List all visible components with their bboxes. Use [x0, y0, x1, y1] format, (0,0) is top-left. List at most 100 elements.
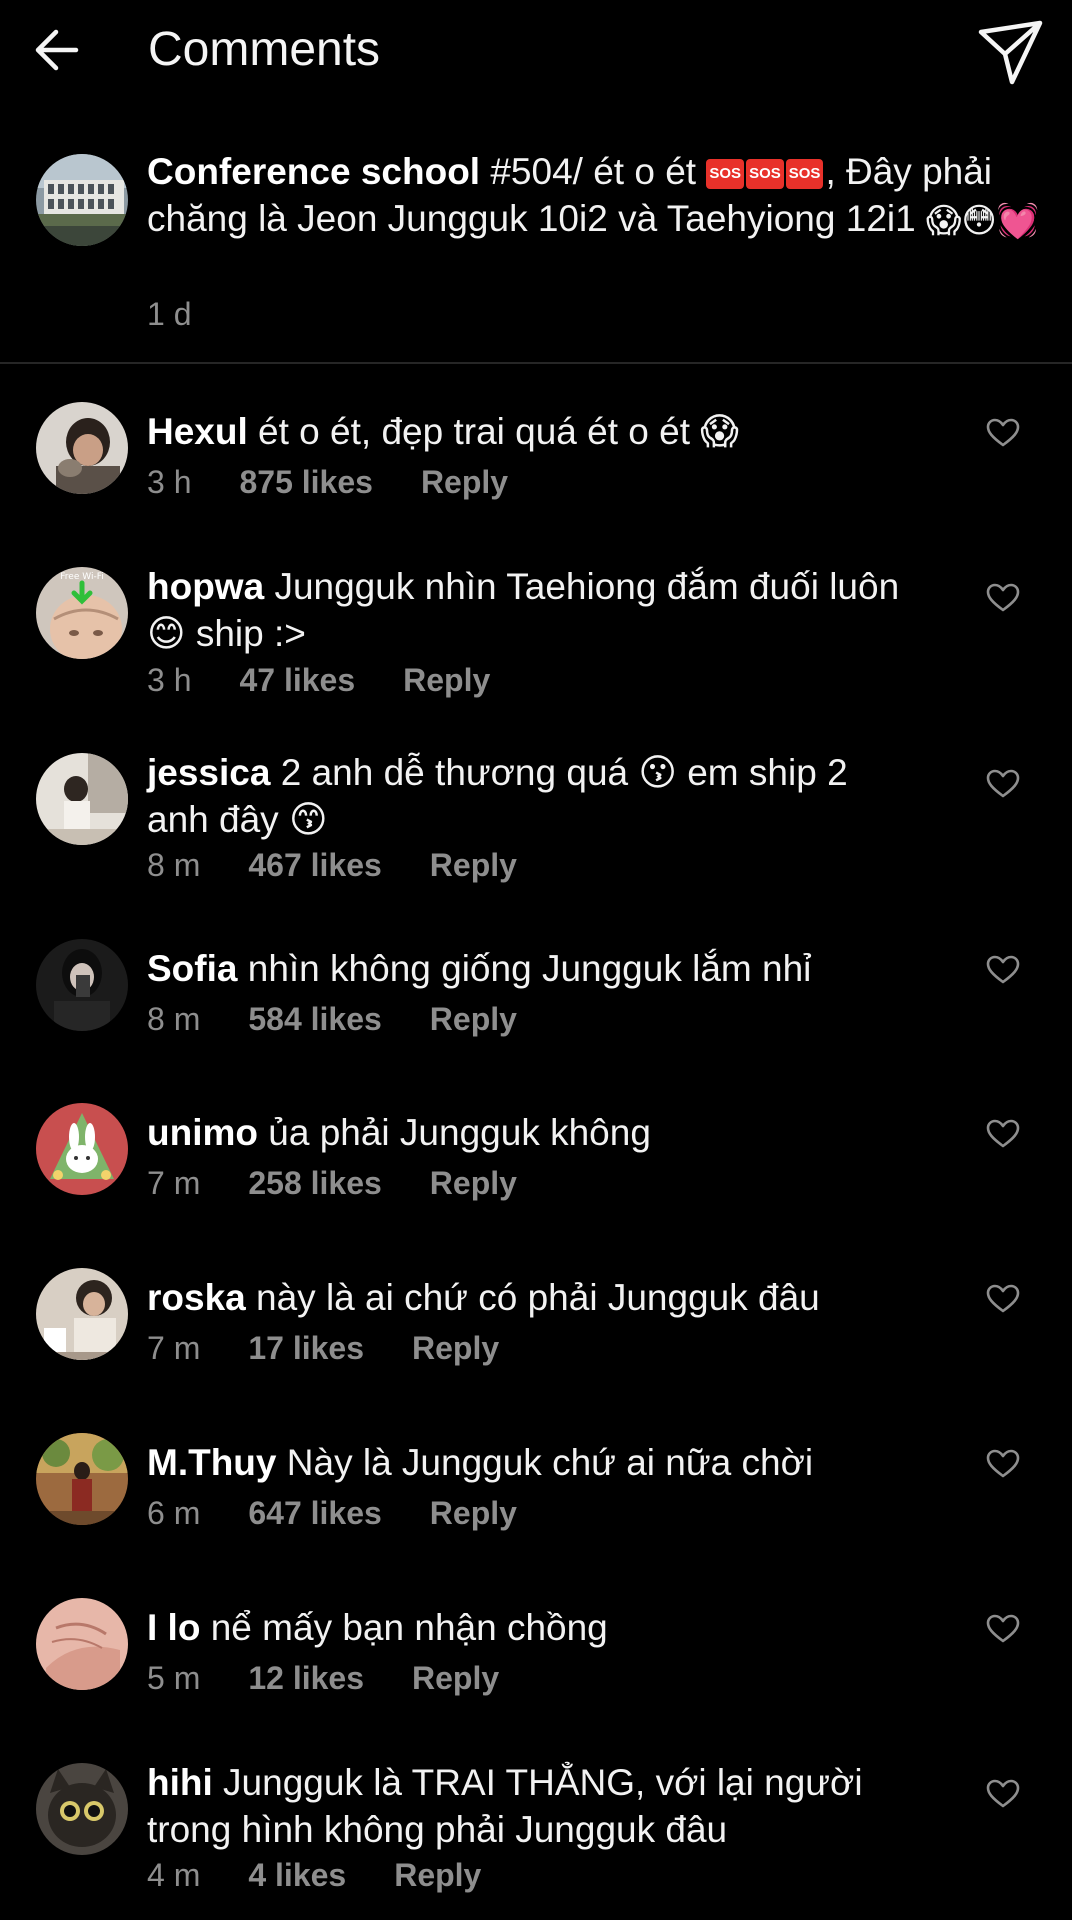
avatar[interactable] — [36, 154, 128, 246]
person-avatar-icon — [36, 753, 128, 845]
comment-text: hihi Jungguk là TRAI THẲNG, với lại ngườ… — [147, 1759, 917, 1853]
avatar[interactable] — [36, 1103, 128, 1195]
comment-username[interactable]: unimo — [147, 1112, 258, 1153]
comment-time: 3 h — [147, 662, 192, 698]
sos-emoji: SOS — [785, 159, 824, 190]
page-title: Comments — [148, 23, 381, 76]
caption-text: Conference school #504/ ét o ét SOS SOS SO… — [147, 148, 1067, 242]
likes-count[interactable]: 647 likes — [248, 1495, 381, 1531]
comment-text: Sofia nhìn không giống Jungguk lắm nhỉ — [147, 945, 917, 992]
reply-button[interactable]: Reply — [412, 1660, 499, 1696]
reply-button[interactable]: Reply — [394, 1857, 481, 1893]
heart-outline-icon[interactable] — [986, 583, 1020, 613]
avatar[interactable] — [36, 1598, 128, 1690]
sos-emoji: SOS — [746, 159, 784, 190]
comment-meta: 8 m 467 likes Reply — [147, 845, 565, 885]
heart-outline-icon[interactable] — [986, 955, 1020, 985]
reply-button[interactable]: Reply — [430, 1001, 517, 1037]
likes-count[interactable]: 258 likes — [248, 1165, 381, 1201]
comment-text: Hexul ét o ét, đẹp trai quá ét o ét 😱 — [147, 408, 917, 455]
heart-outline-icon[interactable] — [986, 769, 1020, 799]
reply-button[interactable]: Reply — [403, 662, 490, 698]
comment-time: 8 m — [147, 847, 201, 883]
reply-button[interactable]: Reply — [421, 464, 508, 500]
likes-count[interactable]: 875 likes — [239, 464, 372, 500]
comment-username[interactable]: hopwa — [147, 566, 264, 607]
comment-meta: 7 m 258 likes Reply — [147, 1163, 565, 1203]
comment-text: jessica 2 anh dễ thương quá 😗 em ship 2 … — [147, 749, 917, 843]
likes-count[interactable]: 12 likes — [248, 1660, 364, 1696]
heart-outline-icon[interactable] — [986, 1119, 1020, 1149]
reply-button[interactable]: Reply — [430, 1495, 517, 1531]
comment-body: nể mấy bạn nhận chồng — [210, 1607, 608, 1648]
comment-body: này là ai chứ có phải Jungguk đâu — [256, 1277, 820, 1318]
reply-button[interactable]: Reply — [430, 847, 517, 883]
reply-button[interactable]: Reply — [412, 1330, 499, 1366]
avatar[interactable] — [36, 1433, 128, 1525]
comment-username[interactable]: jessica — [147, 752, 270, 793]
pink-illustration-avatar-icon — [36, 1598, 128, 1690]
comment-text: unimo ủa phải Jungguk không — [147, 1109, 917, 1156]
avatar[interactable]: Free Wi-Fi — [36, 567, 128, 659]
comment-username[interactable]: Hexul — [147, 411, 248, 452]
comment-text: roska này là ai chứ có phải Jungguk đâu — [147, 1274, 917, 1321]
free-wifi-avatar-icon: Free Wi-Fi — [36, 567, 128, 659]
comment-meta: 5 m 12 likes Reply — [147, 1658, 547, 1698]
share-button[interactable] — [976, 18, 1046, 88]
caption-username[interactable]: Conference school — [147, 151, 480, 192]
comment-text: M.Thuy Này là Jungguk chứ ai nữa chời — [147, 1439, 917, 1486]
person-avatar-icon — [36, 402, 128, 494]
heart-outline-icon[interactable] — [986, 1449, 1020, 1479]
caption-time: 1 d — [147, 296, 192, 332]
top-bar: Comments — [0, 0, 1072, 100]
likes-count[interactable]: 467 likes — [248, 847, 381, 883]
caption-emojis: 😱😳💓 — [925, 202, 1040, 241]
school-building-avatar-icon — [36, 154, 128, 246]
person-avatar-icon — [36, 1433, 128, 1525]
heart-outline-icon[interactable] — [986, 1779, 1020, 1809]
comment-meta: 6 m 647 likes Reply — [147, 1493, 565, 1533]
comment-meta: 4 m 4 likes Reply — [147, 1855, 529, 1895]
comment-time: 8 m — [147, 1001, 201, 1037]
comment-body: ét o ét, đẹp trai quá ét o ét 😱 — [258, 411, 739, 452]
caption-text-part-a: #504/ ét o ét — [490, 151, 707, 192]
comment-body: nhìn không giống Jungguk lắm nhỉ — [247, 948, 812, 989]
heart-outline-icon[interactable] — [986, 418, 1020, 448]
avatar[interactable] — [36, 402, 128, 494]
comment-meta: 8 m 584 likes Reply — [147, 999, 565, 1039]
sos-emoji: SOS — [706, 159, 745, 190]
person-avatar-icon — [36, 939, 128, 1031]
bunny-avatar-icon — [36, 1103, 128, 1195]
likes-count[interactable]: 4 likes — [248, 1857, 346, 1893]
comment-username[interactable]: roska — [147, 1277, 246, 1318]
post-caption: Conference school #504/ ét o ét SOS SOS SO… — [0, 140, 1072, 360]
heart-outline-icon[interactable] — [986, 1284, 1020, 1314]
comment-username[interactable]: I lo — [147, 1607, 200, 1648]
comment-body: ủa phải Jungguk không — [268, 1112, 651, 1153]
cat-avatar-icon — [36, 1763, 128, 1855]
comment-time: 7 m — [147, 1165, 201, 1201]
comment-text: I lo nể mấy bạn nhận chồng — [147, 1604, 917, 1651]
comment-time: 5 m — [147, 1660, 201, 1696]
paper-plane-icon — [978, 20, 1043, 85]
comment-username[interactable]: Sofia — [147, 948, 237, 989]
comment-time: 6 m — [147, 1495, 201, 1531]
likes-count[interactable]: 17 likes — [248, 1330, 364, 1366]
comment-username[interactable]: hihi — [147, 1762, 213, 1803]
comment-meta: 3 h 875 likes Reply — [147, 462, 556, 502]
likes-count[interactable]: 47 likes — [239, 662, 355, 698]
comment-meta: 7 m 17 likes Reply — [147, 1328, 547, 1368]
avatar[interactable] — [36, 753, 128, 845]
back-button[interactable] — [30, 20, 90, 80]
comment-meta: 3 h 47 likes Reply — [147, 660, 538, 700]
comment-text: hopwa Jungguk nhìn Taehiong đắm đuối luô… — [147, 563, 917, 657]
comment-body: Jungguk là TRAI THẲNG, với lại người tro… — [147, 1762, 863, 1850]
reply-button[interactable]: Reply — [430, 1165, 517, 1201]
avatar[interactable] — [36, 939, 128, 1031]
heart-outline-icon[interactable] — [986, 1614, 1020, 1644]
caption-meta: 1 d — [147, 294, 239, 334]
avatar[interactable] — [36, 1268, 128, 1360]
comment-username[interactable]: M.Thuy — [147, 1442, 276, 1483]
likes-count[interactable]: 584 likes — [248, 1001, 381, 1037]
avatar[interactable] — [36, 1763, 128, 1855]
